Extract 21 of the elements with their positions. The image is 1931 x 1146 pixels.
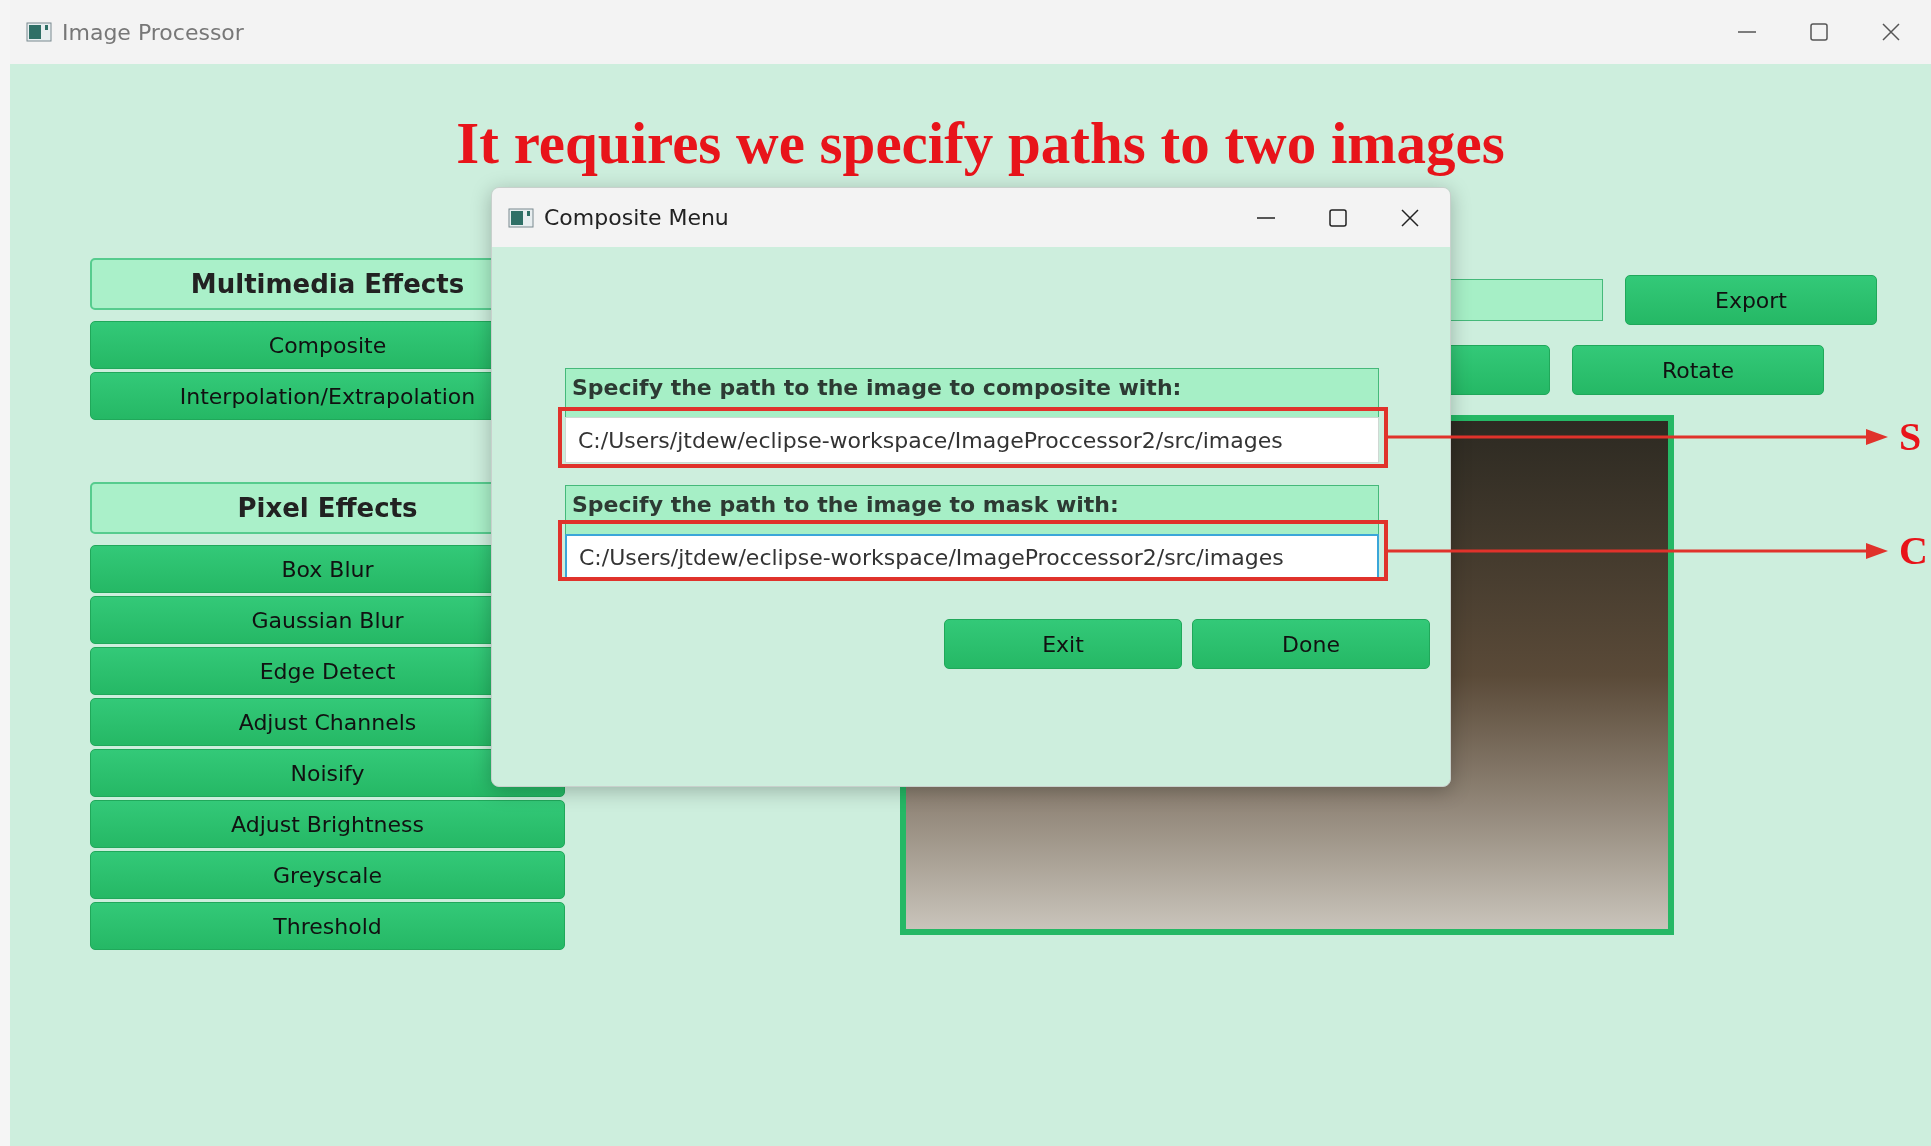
annotation-letter: C (1899, 531, 1928, 571)
field-label: Specify the path to the image to composite with: (565, 368, 1379, 417)
annotation-letter: S (1899, 417, 1922, 457)
close-icon[interactable] (1400, 207, 1420, 228)
rotate-button[interactable]: Rotate (1572, 345, 1824, 395)
effect-button[interactable]: Greyscale (90, 851, 565, 899)
close-icon[interactable] (1881, 22, 1901, 42)
export-button[interactable]: Export (1625, 275, 1877, 325)
dialog-button[interactable]: Done (1192, 619, 1430, 669)
effect-button[interactable]: Threshold (90, 902, 565, 950)
window-title: Image Processor (62, 18, 244, 47)
maximize-icon[interactable] (1809, 22, 1829, 42)
maximize-icon[interactable] (1328, 207, 1348, 228)
app-icon (508, 207, 534, 228)
dialog-title: Composite Menu (544, 204, 729, 232)
path-field[interactable]: C:/Users/jtdew/eclipse-workspace/ImageProccessor2/src/images (565, 534, 1379, 580)
path-field[interactable]: C:/Users/jtdew/eclipse-workspace/ImageProccessor2/src/images (565, 417, 1379, 463)
field-label: Specify the path to the image to mask with: (565, 485, 1379, 534)
app-icon (26, 22, 52, 42)
dialog-button[interactable]: Exit (944, 619, 1182, 669)
effect-button[interactable]: Adjust Brightness (90, 800, 565, 848)
